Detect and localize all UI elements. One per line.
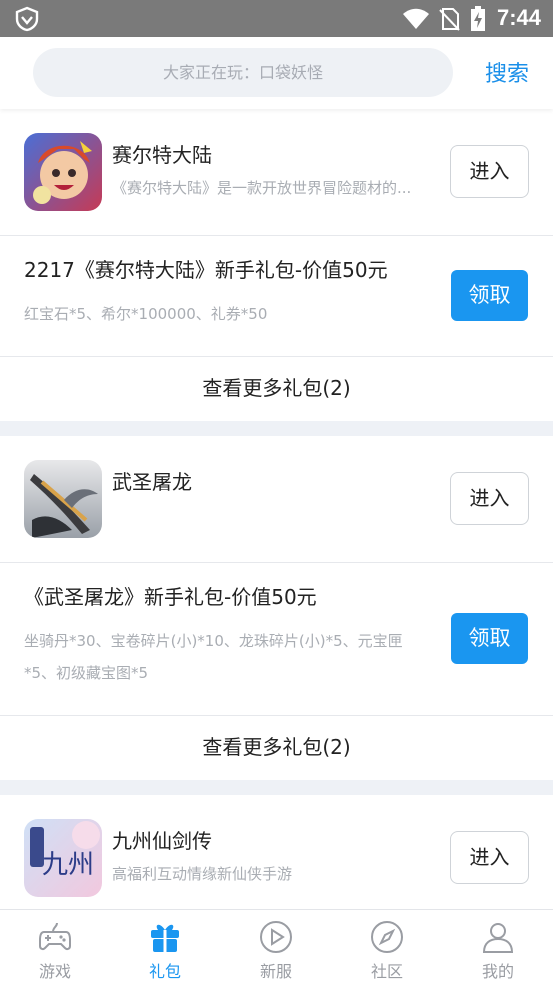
game-icon-wusheng[interactable] [24, 460, 102, 538]
nav-label: 我的 [481, 962, 514, 981]
user-icon [482, 923, 514, 953]
game-description: 高福利互动情缘新仙侠手游 [112, 865, 293, 883]
gift-list[interactable]: 赛尔特大陆 《赛尔特大陆》是一款开放世界冒险题材的... 进入 2217《赛尔特… [0, 109, 553, 909]
section-divider [0, 780, 553, 795]
game-name: 九州仙剑传 [112, 829, 212, 853]
gift-detail: 坐骑丹*30、宝卷碎片(小)*10、龙珠碎片(小)*5、元宝匣*5、初级藏宝图*… [24, 632, 403, 682]
game-row: 赛尔特大陆 《赛尔特大陆》是一款开放世界冒险题材的... 进入 [0, 109, 553, 236]
claim-button[interactable]: 领取 [451, 613, 528, 664]
game-row: 九州 九州仙剑传 高福利互动情缘新仙侠手游 进入 [0, 795, 553, 909]
gamepad-icon [39, 922, 71, 951]
nav-label: 游戏 [38, 962, 71, 981]
more-gifts-link[interactable]: 查看更多礼包(2) [0, 357, 553, 421]
nav-label: 礼包 [148, 962, 181, 981]
gift-row: 2217《赛尔特大陆》新手礼包-价值50元 红宝石*5、希尔*100000、礼券… [0, 236, 553, 357]
play-icon [260, 921, 292, 953]
gift-detail: 红宝石*5、希尔*100000、礼券*50 [24, 305, 268, 323]
nav-item-games[interactable]: 游戏 [0, 910, 110, 983]
game-card: 赛尔特大陆 《赛尔特大陆》是一款开放世界冒险题材的... 进入 2217《赛尔特… [0, 109, 553, 421]
nav-item-community[interactable]: 社区 [332, 910, 442, 983]
clock: 7:44 [497, 5, 542, 30]
game-icon-sierte[interactable] [24, 133, 102, 211]
nav-item-gifts[interactable]: 礼包 [110, 910, 220, 983]
nav-item-new-servers[interactable]: 新服 [221, 910, 331, 983]
game-row: 武圣屠龙 进入 [0, 436, 553, 563]
game-name: 武圣屠龙 [112, 470, 192, 494]
nav-item-mine[interactable]: 我的 [443, 910, 553, 983]
enter-button[interactable]: 进入 [450, 145, 529, 198]
search-button[interactable]: 搜索 [485, 56, 529, 88]
gift-icon [151, 924, 179, 952]
wifi-icon [403, 8, 429, 29]
status-bar: 7:44 [0, 0, 553, 37]
game-card: 九州 九州仙剑传 高福利互动情缘新仙侠手游 进入 [0, 795, 553, 909]
claim-button[interactable]: 领取 [451, 270, 528, 321]
gift-row: 《武圣屠龙》新手礼包-价值50元 坐骑丹*30、宝卷碎片(小)*10、龙珠碎片(… [0, 563, 553, 716]
gift-title: 《武圣屠龙》新手礼包-价值50元 [24, 585, 317, 609]
compass-icon [371, 921, 403, 953]
nav-label: 社区 [370, 962, 403, 981]
nav-label: 新服 [259, 962, 292, 981]
more-gifts-link[interactable]: 查看更多礼包(2) [0, 716, 553, 780]
enter-button[interactable]: 进入 [450, 831, 529, 884]
no-sim-icon [439, 8, 460, 31]
game-description: 《赛尔特大陆》是一款开放世界冒险题材的... [112, 179, 412, 197]
bottom-nav: 游戏 礼包 新服 社区 我的 [0, 909, 553, 983]
section-divider [0, 421, 553, 436]
game-icon-text: 九州 [42, 850, 94, 880]
gift-title: 2217《赛尔特大陆》新手礼包-价值50元 [24, 258, 388, 282]
shield-icon [15, 6, 39, 32]
game-icon-jiuzhou[interactable]: 九州 [24, 819, 102, 897]
game-name: 赛尔特大陆 [112, 143, 212, 167]
enter-button[interactable]: 进入 [450, 472, 529, 525]
game-card: 武圣屠龙 进入 《武圣屠龙》新手礼包-价值50元 坐骑丹*30、宝卷碎片(小)*… [0, 436, 553, 780]
search-header: 大家正在玩：口袋妖怪 搜索 [0, 37, 553, 109]
search-input[interactable]: 大家正在玩：口袋妖怪 [33, 48, 453, 97]
battery-charging-icon [471, 6, 485, 31]
